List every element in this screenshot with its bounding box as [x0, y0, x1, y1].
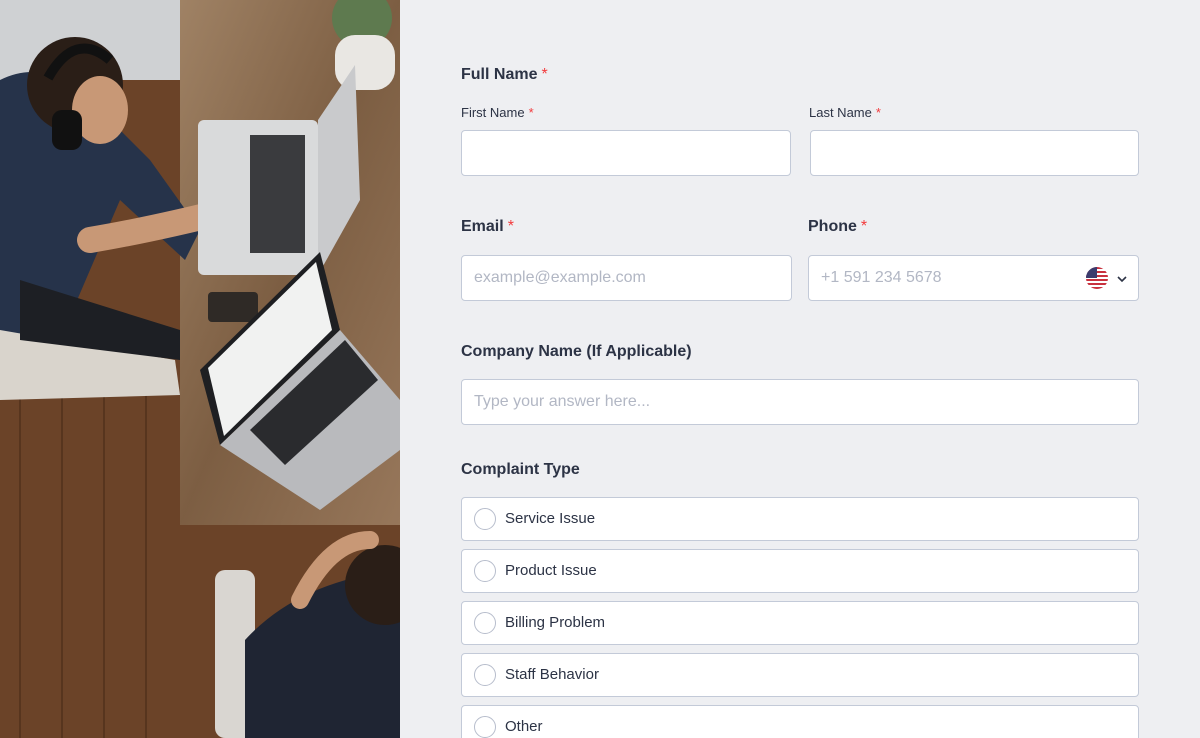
full-name-label: Full Name * [461, 66, 548, 84]
last-name-label-text: Last Name [809, 105, 872, 120]
required-asterisk: * [860, 218, 868, 235]
radio-label: Other [505, 718, 543, 735]
complaint-option-product-issue[interactable]: Product Issue [461, 549, 1139, 593]
required-asterisk: * [541, 66, 548, 83]
radio-button[interactable] [474, 560, 496, 582]
first-name-label: First Name * [461, 105, 534, 120]
first-name-input[interactable] [461, 130, 791, 176]
radio-button[interactable] [474, 716, 496, 738]
complaint-type-label: Complaint Type [461, 461, 580, 479]
complaint-option-service-issue[interactable]: Service Issue [461, 497, 1139, 541]
required-asterisk: * [875, 105, 881, 120]
company-label-text: Company Name (If Applicable) [461, 343, 692, 360]
required-asterisk: * [507, 218, 514, 235]
email-label: Email * [461, 218, 514, 236]
required-asterisk: * [528, 105, 534, 120]
last-name-input[interactable] [810, 130, 1139, 176]
phone-label: Phone * [808, 218, 867, 236]
complaint-form: Full Name * First Name * Last Name * Email *… [400, 0, 1200, 738]
company-label: Company Name (If Applicable) [461, 343, 692, 361]
complaint-option-billing-problem[interactable]: Billing Problem [461, 601, 1139, 645]
hero-photo [0, 0, 400, 738]
radio-button[interactable] [474, 612, 496, 634]
email-input[interactable] [461, 255, 792, 301]
radio-button[interactable] [474, 508, 496, 530]
complaint-option-other[interactable]: Other [461, 705, 1139, 738]
radio-label: Staff Behavior [505, 666, 599, 683]
last-name-label: Last Name * [809, 105, 881, 120]
full-name-label-text: Full Name [461, 66, 538, 83]
us-flag-icon[interactable] [1086, 267, 1108, 289]
email-label-text: Email [461, 218, 504, 235]
complaint-type-label-text: Complaint Type [461, 461, 580, 478]
complaint-option-staff-behavior[interactable]: Staff Behavior [461, 653, 1139, 697]
radio-button[interactable] [474, 664, 496, 686]
radio-label: Service Issue [505, 510, 596, 527]
chevron-down-icon[interactable] [1116, 272, 1128, 284]
first-name-label-text: First Name [461, 105, 525, 120]
radio-label: Billing Problem [505, 614, 606, 631]
radio-label: Product Issue [505, 562, 597, 579]
phone-label-text: Phone [808, 218, 857, 235]
company-input[interactable] [461, 379, 1139, 425]
